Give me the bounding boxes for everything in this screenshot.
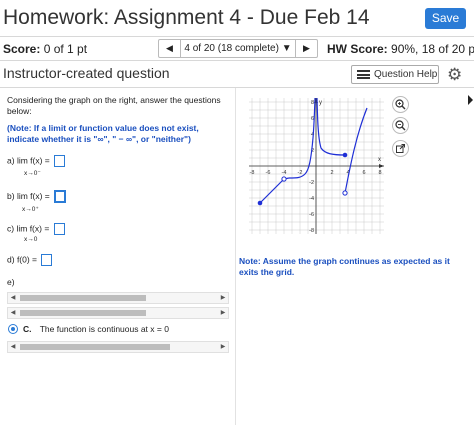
zoom-out-icon: [395, 120, 406, 131]
scroll-thumb[interactable]: [20, 295, 146, 301]
zoom-in-icon: [395, 99, 406, 110]
open-point: [281, 176, 287, 182]
part-a-expr: lim f(x) =: [16, 155, 50, 166]
graph-note: Note: Assume the graph continues as expe…: [239, 256, 450, 277]
x-axis-arrow-icon: [379, 164, 384, 168]
hw-score: HW Score: 90%, 18 of 20 pts: [327, 42, 474, 56]
x-tick-labels: -8 -6 -4 -2 2 4 6 8: [250, 170, 382, 176]
part-a-subscript: x→0⁻: [24, 170, 41, 177]
answer-b-input[interactable]: [54, 190, 67, 203]
y-axis-label: y: [319, 100, 322, 106]
scroll-thumb[interactable]: [20, 310, 146, 316]
part-c-subscript: x→0: [24, 236, 38, 243]
y-tick-label: -6: [309, 212, 314, 218]
choices-scrollbar-top[interactable]: ◀ ▶: [7, 292, 229, 304]
score-label: Score:: [3, 42, 41, 56]
function-graph: x y -8 -6 -4 -2 2 4 6 8 8642-2-4-6-8: [249, 98, 384, 234]
closed-point: [342, 152, 348, 158]
question-bar: Instructor-created question Question Hel…: [0, 61, 474, 88]
x-tick-label: -6: [266, 170, 271, 176]
x-axis-label: x: [378, 157, 381, 163]
title-bar: Homework: Assignment 4 - Due Feb 14 Save: [0, 0, 474, 37]
part-b-label: b): [7, 190, 15, 201]
x-tick-label: -4: [282, 170, 287, 176]
question-intro: Considering the graph on the right, answ…: [7, 95, 221, 116]
x-tick-label: -8: [250, 170, 255, 176]
question-help-label: Question Help: [374, 69, 438, 80]
part-b-subscript: x→0⁺: [22, 206, 39, 213]
scroll-left-icon[interactable]: ◀: [8, 293, 18, 303]
part-b-expr: lim f(x) =: [16, 190, 50, 201]
curve-segment-left: [259, 178, 285, 204]
previous-question-button[interactable]: ◀: [159, 40, 181, 57]
next-question-button[interactable]: ▶: [295, 40, 317, 57]
choice-c[interactable]: C. The function is continuous at x = 0: [23, 324, 169, 334]
x-tick-label: 2: [330, 170, 333, 176]
zoom-out-button[interactable]: [392, 117, 409, 134]
part-c: c) lim f(x) =: [7, 223, 65, 235]
question-note: (Note: If a limit or function value does…: [7, 123, 199, 144]
score-value: 0 of 1 pt: [43, 42, 88, 56]
scroll-thumb[interactable]: [20, 344, 170, 350]
part-b: b) lim f(x) =: [7, 190, 67, 203]
chevron-down-icon: ▼: [281, 43, 292, 54]
curve-asymptote-right: [316, 98, 346, 156]
y-tick-labels: 8642-2-4-6-8: [309, 100, 314, 234]
external-link-icon: [396, 144, 405, 153]
popout-button[interactable]: [392, 140, 409, 157]
answer-c-input[interactable]: [53, 223, 65, 235]
choices-scrollbar-bottom[interactable]: ◀ ▶: [7, 341, 229, 353]
question-select-label: 4 of 20 (18 complete): [184, 43, 279, 54]
hw-score-label: HW Score:: [327, 42, 388, 56]
pane-divider: [235, 88, 236, 425]
question-select[interactable]: 4 of 20 (18 complete) ▼: [181, 40, 295, 57]
zoom-in-button[interactable]: [392, 96, 409, 113]
x-tick-label: 8: [378, 170, 381, 176]
page-title: Homework: Assignment 4 - Due Feb 14: [3, 6, 370, 29]
open-point: [342, 190, 348, 196]
part-c-label: c): [7, 223, 15, 234]
y-tick-label: 8: [311, 100, 314, 106]
part-d-label: d): [7, 254, 15, 265]
scroll-right-icon[interactable]: ▶: [218, 308, 228, 318]
question-navigator: ◀ 4 of 20 (18 complete) ▼ ▶: [158, 39, 318, 58]
question-type: Instructor-created question: [3, 65, 170, 81]
gear-icon[interactable]: ⚙: [447, 65, 462, 84]
closed-point: [257, 200, 263, 206]
answer-d-input[interactable]: [41, 254, 53, 266]
part-d: d) f(0) =: [7, 254, 53, 266]
score-bar: Score: 0 of 1 pt ◀ 4 of 20 (18 complete)…: [0, 37, 474, 61]
part-a: a) lim f(x) =: [7, 155, 66, 167]
y-tick-label: -8: [309, 228, 314, 234]
x-tick-label: 6: [362, 170, 365, 176]
choices-scrollbar-middle[interactable]: ◀ ▶: [7, 307, 229, 319]
x-tick-label: -2: [298, 170, 303, 176]
list-icon: [357, 70, 370, 79]
part-d-expr: f(0) =: [16, 254, 38, 265]
part-a-label: a): [7, 155, 15, 166]
cursor-pointer-icon: [468, 95, 473, 105]
hw-score-value: 90%, 18 of 20 pts: [391, 42, 474, 56]
question-help-button[interactable]: Question Help: [351, 65, 439, 84]
scroll-right-icon[interactable]: ▶: [218, 293, 228, 303]
scroll-right-icon[interactable]: ▶: [218, 342, 228, 352]
answer-a-input[interactable]: [54, 155, 66, 167]
score: Score: 0 of 1 pt: [3, 42, 87, 56]
choice-c-radio[interactable]: [8, 324, 18, 334]
y-tick-label: -2: [309, 180, 314, 186]
part-c-expr: lim f(x) =: [16, 223, 50, 234]
scroll-left-icon[interactable]: ◀: [8, 308, 18, 318]
choice-c-letter: C.: [23, 324, 32, 334]
part-e-label: e): [7, 277, 15, 287]
save-button[interactable]: Save: [425, 8, 466, 29]
choice-c-text: The function is continuous at x = 0: [39, 324, 169, 334]
y-tick-label: -4: [309, 196, 314, 202]
scroll-left-icon[interactable]: ◀: [8, 342, 18, 352]
